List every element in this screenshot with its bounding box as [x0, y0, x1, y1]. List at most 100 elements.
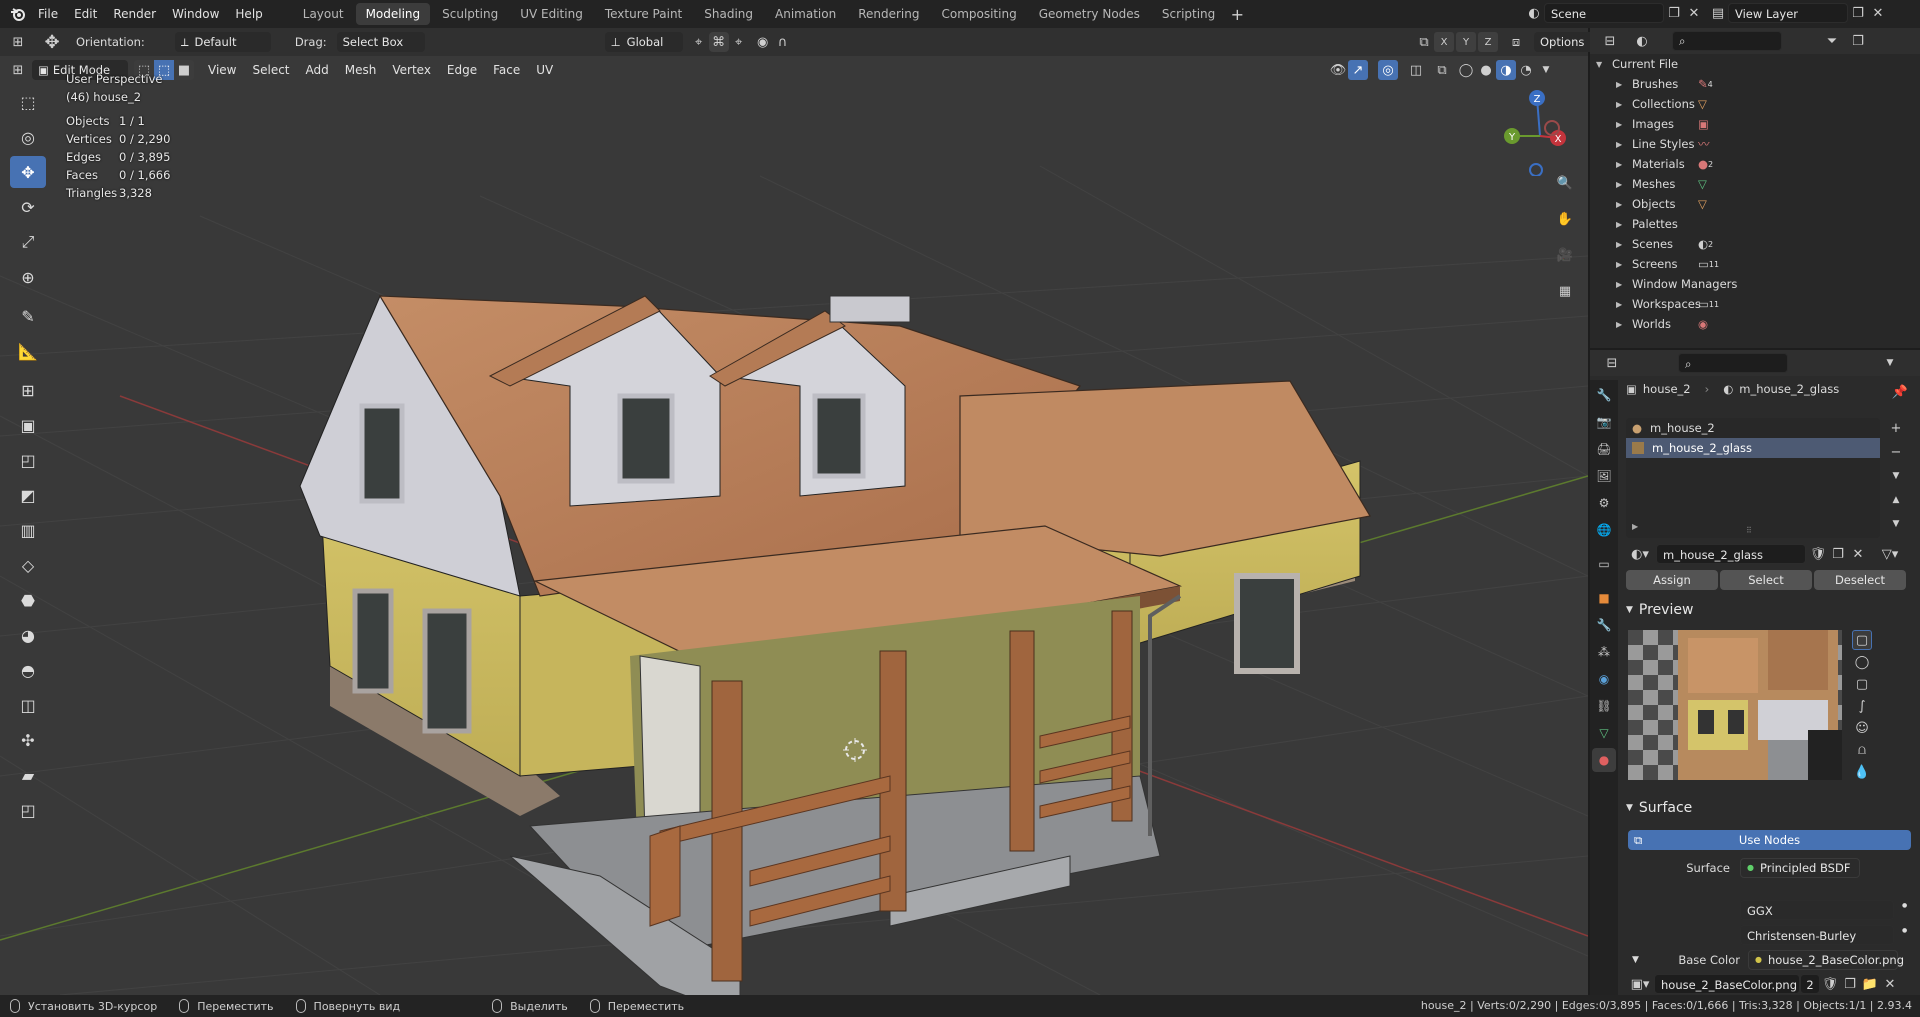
- expand-scenes-icon[interactable]: ▶: [1616, 240, 1626, 249]
- outliner-item-objects[interactable]: ▶ Objects ▽: [1590, 194, 1920, 214]
- duplicate-material-icon[interactable]: ❐: [1828, 544, 1848, 564]
- use-nodes-button[interactable]: ⧉ Use Nodes: [1628, 830, 1911, 850]
- outliner-item-screens[interactable]: ▶ Screens ▭ 11: [1590, 254, 1920, 274]
- pin-icon[interactable]: 📌: [1890, 382, 1910, 402]
- poly-build-tool[interactable]: ⬣: [10, 584, 46, 616]
- subsurface-method-dropdown[interactable]: Christensen-Burley: [1740, 925, 1894, 945]
- outliner-search[interactable]: ⌕: [1672, 31, 1782, 51]
- gizmo-toggle-icon[interactable]: ↗: [1348, 60, 1368, 80]
- transform-tool[interactable]: ⊕: [10, 261, 46, 293]
- particles-tab-icon[interactable]: ⁂: [1592, 640, 1616, 664]
- vp-menu-vertex[interactable]: Vertex: [384, 56, 439, 84]
- outliner-item-meshes[interactable]: ▶ Meshes ▽: [1590, 174, 1920, 194]
- menu-edit[interactable]: Edit: [66, 0, 105, 28]
- view-layer-tab-icon[interactable]: 🖼: [1592, 464, 1616, 488]
- expand-palettes-icon[interactable]: ▶: [1616, 220, 1626, 229]
- delete-scene-icon[interactable]: ✕: [1684, 3, 1704, 23]
- preview-panel-header[interactable]: ▼ Preview: [1626, 602, 1693, 618]
- deselect-button[interactable]: Deselect: [1814, 570, 1906, 590]
- 3d-viewport[interactable]: ⊞ ▣ Edit Mode ⬚ ⬚ ■ View Select Add Mesh…: [0, 56, 1588, 995]
- loop-cut-tool[interactable]: ▥: [10, 514, 46, 546]
- surface-shader-field[interactable]: ● Principled BSDF: [1740, 858, 1860, 878]
- vp-menu-edge[interactable]: Edge: [439, 56, 485, 84]
- auto-merge-icon[interactable]: ⧈: [1506, 32, 1526, 52]
- tab-modeling[interactable]: Modeling: [355, 3, 431, 25]
- edge-slide-tool[interactable]: ◫: [10, 689, 46, 721]
- expand-objects-icon[interactable]: ▶: [1616, 200, 1626, 209]
- list-expand-icon[interactable]: ▶: [1632, 522, 1638, 531]
- expand-line-styles-icon[interactable]: ▶: [1616, 140, 1626, 149]
- outliner-item-workspaces[interactable]: ▶ Workspaces ▭ 11: [1590, 294, 1920, 314]
- fake-user-icon[interactable]: 🛡: [1808, 544, 1828, 564]
- wireframe-shading-icon[interactable]: ◯: [1456, 60, 1476, 80]
- editor-3d-icon[interactable]: ⊞: [8, 60, 28, 80]
- mirror-y-icon[interactable]: Y: [1456, 32, 1476, 52]
- move-tool-icon[interactable]: ✥: [42, 32, 62, 53]
- expand-images-icon[interactable]: ▶: [1616, 120, 1626, 129]
- image-unlink-icon[interactable]: ✕: [1880, 974, 1900, 994]
- proportional-edit-icon[interactable]: ◉: [753, 32, 773, 52]
- new-scene-icon[interactable]: ❐: [1664, 3, 1684, 23]
- move-tool[interactable]: ✥: [10, 156, 46, 188]
- outliner-item-window-managers[interactable]: ▶ Window Managers: [1590, 274, 1920, 294]
- overlays-icon[interactable]: ◎: [1378, 60, 1398, 80]
- base-color-expand-icon[interactable]: ▼: [1632, 955, 1660, 965]
- extrude-tool[interactable]: ▣: [10, 409, 46, 441]
- tab-rendering[interactable]: Rendering: [848, 3, 929, 25]
- vp-menu-uv[interactable]: UV: [528, 56, 561, 84]
- transform-orientation-dropdown[interactable]: ⊥ Global: [604, 32, 683, 52]
- shrink-fatten-tool[interactable]: ✣: [10, 724, 46, 756]
- expand-workspaces-icon[interactable]: ▶: [1616, 300, 1626, 309]
- vp-menu-select[interactable]: Select: [244, 56, 297, 84]
- image-users-count[interactable]: 2: [1800, 974, 1820, 994]
- outliner-item-materials[interactable]: ▶ Materials ● 2: [1590, 154, 1920, 174]
- slot-specials-icon[interactable]: ▼: [1886, 466, 1906, 486]
- menu-window[interactable]: Window: [164, 0, 227, 28]
- select-box-tool[interactable]: ⬚: [10, 86, 46, 118]
- pivot-point-icon[interactable]: ⌖: [689, 32, 709, 52]
- expand-worlds-icon[interactable]: ▶: [1616, 320, 1626, 329]
- preview-monkey-icon[interactable]: ☺: [1852, 718, 1872, 738]
- vp-menu-view[interactable]: View: [200, 56, 244, 84]
- vp-menu-add[interactable]: Add: [298, 56, 337, 84]
- properties-editor-icon[interactable]: ⊟: [1602, 353, 1622, 373]
- shading-options-icon[interactable]: ▼: [1536, 60, 1556, 80]
- camera-view-icon[interactable]: 🎥: [1552, 242, 1578, 268]
- editor-type-icon[interactable]: ⊞: [8, 32, 28, 52]
- material-name-field[interactable]: m_house_2_glass: [1656, 544, 1806, 564]
- image-duplicate-icon[interactable]: ❐: [1840, 974, 1860, 994]
- scale-tool[interactable]: ⤢: [10, 226, 46, 258]
- outliner-item-worlds[interactable]: ▶ Worlds ◉: [1590, 314, 1920, 334]
- xray-icon[interactable]: ⧉: [1432, 60, 1452, 80]
- tab-animation[interactable]: Animation: [765, 3, 846, 25]
- material-shading-icon[interactable]: ◑: [1496, 60, 1516, 80]
- object-tab-icon[interactable]: ■: [1592, 586, 1616, 610]
- scene-icon[interactable]: ◐: [1524, 3, 1544, 23]
- link-type-icon[interactable]: ▽▾: [1880, 544, 1900, 564]
- vp-menu-face[interactable]: Face: [485, 56, 528, 84]
- remove-slot-icon[interactable]: −: [1886, 442, 1906, 462]
- move-slot-up-icon[interactable]: ▲: [1886, 490, 1906, 510]
- zoom-icon[interactable]: 🔍: [1552, 170, 1578, 196]
- add-workspace-icon[interactable]: +: [1227, 4, 1247, 24]
- material-tab-icon[interactable]: ●: [1592, 748, 1616, 772]
- snap-icon[interactable]: ⌘: [708, 32, 729, 52]
- menu-help[interactable]: Help: [227, 0, 270, 28]
- expand-screens-icon[interactable]: ▶: [1616, 260, 1626, 269]
- inset-tool[interactable]: ◰: [10, 444, 46, 476]
- image-open-icon[interactable]: 📁: [1860, 974, 1880, 994]
- expand-window-managers-icon[interactable]: ▶: [1616, 280, 1626, 289]
- tab-compositing[interactable]: Compositing: [931, 3, 1026, 25]
- outliner-item-images[interactable]: ▶ Images ▣: [1590, 114, 1920, 134]
- pan-hand-icon[interactable]: ✋: [1552, 206, 1578, 232]
- preview-hair-icon[interactable]: ∫: [1852, 696, 1872, 716]
- new-collection-icon[interactable]: ❐: [1848, 31, 1868, 51]
- blender-logo-icon[interactable]: [6, 4, 30, 24]
- bevel-tool[interactable]: ◩: [10, 479, 46, 511]
- mirror-z-icon[interactable]: Z: [1478, 32, 1498, 52]
- material-slot-list[interactable]: ● m_house_2 m_house_2_glass ▶ ⠿: [1626, 418, 1880, 538]
- tab-uv-editing[interactable]: UV Editing: [510, 3, 593, 25]
- image-browse-icon[interactable]: ▣▾: [1626, 974, 1654, 994]
- preview-cloth-icon[interactable]: ⩍: [1852, 740, 1872, 760]
- modifier-tab-icon[interactable]: 🔧: [1592, 613, 1616, 637]
